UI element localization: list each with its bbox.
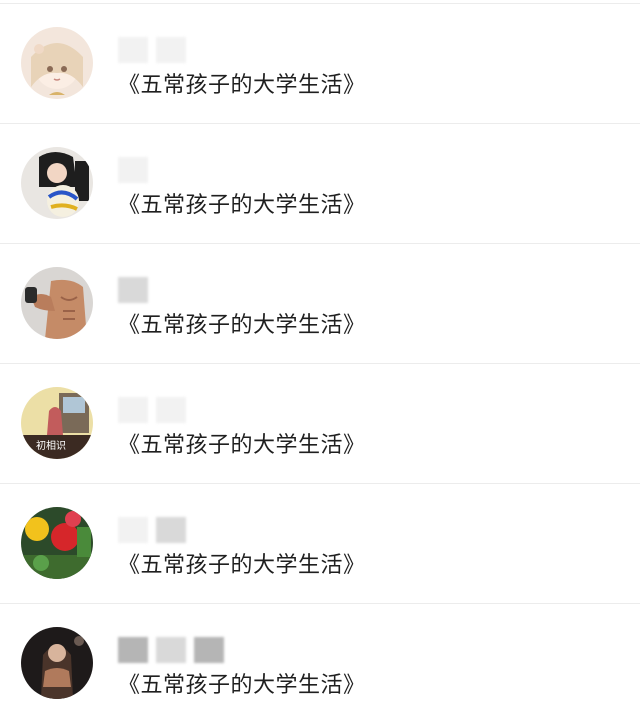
row-divider [0, 123, 640, 124]
blurred-username [118, 637, 224, 663]
row-divider [0, 603, 640, 604]
chat-list-item[interactable]: 《五常孩子的大学生活》 [0, 483, 640, 603]
row-divider [0, 483, 640, 484]
message-preview: 《五常孩子的大学生活》 [118, 673, 366, 698]
blurred-username [118, 157, 148, 183]
chat-list-item[interactable]: 初相识 《五常孩子的大学生活》 [0, 363, 640, 483]
message-preview: 《五常孩子的大学生活》 [118, 73, 366, 98]
blurred-username [118, 517, 186, 543]
chat-list-item[interactable]: 《五常孩子的大学生活》 [0, 123, 640, 243]
bodybuilder-avatar[interactable] [21, 267, 93, 339]
blurred-username [118, 397, 186, 423]
chat-list: 《五常孩子的大学生活》 《五常孩子的大学生活》 《五常孩子的大学生活》 初相识 … [0, 0, 640, 723]
volleyball-girl-avatar[interactable] [21, 147, 93, 219]
dark-portrait-avatar[interactable] [21, 627, 93, 699]
message-preview: 《五常孩子的大学生活》 [118, 313, 366, 338]
chat-list-item[interactable]: 《五常孩子的大学生活》 [0, 3, 640, 123]
message-preview: 《五常孩子的大学生活》 [118, 193, 366, 218]
row-divider [0, 243, 640, 244]
chat-list-item[interactable]: 《五常孩子的大学生活》 [0, 603, 640, 723]
message-preview: 《五常孩子的大学生活》 [118, 553, 366, 578]
blurred-username [118, 277, 148, 303]
row-divider [0, 3, 640, 4]
avatar-caption: 初相识 [36, 439, 66, 452]
blurred-username [118, 37, 186, 63]
message-preview: 《五常孩子的大学生活》 [118, 433, 366, 458]
row-divider [0, 363, 640, 364]
anime-girl-avatar[interactable] [21, 27, 93, 99]
chat-list-item[interactable]: 《五常孩子的大学生活》 [0, 243, 640, 363]
classroom-avatar[interactable]: 初相识 [21, 387, 93, 459]
flowers-avatar[interactable] [21, 507, 93, 579]
